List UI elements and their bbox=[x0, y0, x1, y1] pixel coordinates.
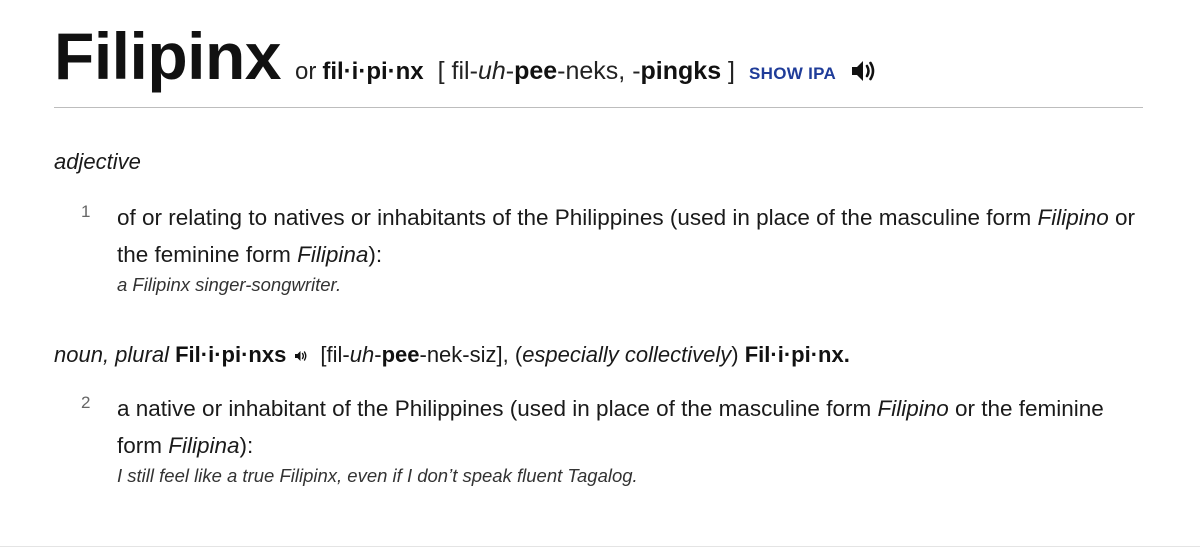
def-text: ): bbox=[368, 242, 383, 267]
def-term: Filipina bbox=[297, 242, 369, 267]
def-term: Filipino bbox=[877, 396, 949, 421]
def-text: of or relating to natives or inhabitants… bbox=[117, 205, 1038, 230]
alt-spelling: fil·i·pi·nx bbox=[322, 58, 424, 85]
sense-definition: of or relating to natives or inhabitants… bbox=[117, 199, 1147, 273]
sense-number: 2 bbox=[81, 393, 91, 412]
plural-pron-stress: pee bbox=[381, 342, 420, 367]
usage-example: I still feel like a true Filipinx, even … bbox=[117, 465, 638, 486]
pron-rest: -neks, - bbox=[557, 57, 641, 85]
pron-italic: uh bbox=[477, 57, 506, 85]
speaker-icon[interactable] bbox=[294, 342, 308, 361]
header-divider bbox=[54, 107, 1143, 108]
part-of-speech-adjective: adjective bbox=[54, 149, 141, 174]
footer-divider bbox=[0, 546, 1200, 547]
collective-form: Fil·i·pi·nx. bbox=[744, 342, 850, 367]
dictionary-entry: Filipinx or fil·i·pi·nx [ fil-uh-pee-nek… bbox=[0, 0, 1200, 549]
pron-stress: pee bbox=[514, 57, 558, 85]
headword: Filipinx bbox=[54, 19, 282, 93]
show-ipa-link[interactable]: SHOW IPA bbox=[749, 64, 836, 84]
plural-pron-sep: - bbox=[374, 342, 382, 367]
collective-close: ) bbox=[731, 342, 745, 367]
headword-row: Filipinx or fil·i·pi·nx [ fil-uh-pee-nek… bbox=[54, 18, 878, 94]
plural-pron-rest: -nek-siz], ( bbox=[419, 342, 523, 367]
pron-sep: - bbox=[505, 57, 515, 85]
pron-open: [ fil- bbox=[437, 57, 478, 85]
pronunciation: [ fil-uh-pee-neks, -pingks ] bbox=[438, 57, 735, 86]
pron-close: ] bbox=[721, 57, 736, 85]
plural-pron-open: [fil- bbox=[314, 342, 350, 367]
sense-definition: a native or inhabitant of the Philippine… bbox=[117, 390, 1147, 464]
pos-label: noun, plural bbox=[54, 342, 176, 367]
speaker-icon[interactable] bbox=[850, 59, 878, 83]
usage-example: a Filipinx singer-songwriter. bbox=[117, 274, 342, 295]
sense-number: 1 bbox=[81, 202, 91, 221]
def-term: Filipino bbox=[1037, 205, 1109, 230]
def-text: a native or inhabitant of the Philippine… bbox=[117, 396, 878, 421]
plural-form: Fil·i·pi·nxs bbox=[175, 342, 287, 367]
def-text: ): bbox=[239, 433, 254, 458]
plural-pron-italic: uh bbox=[349, 342, 375, 367]
pron-stress-alt: pingks bbox=[640, 57, 722, 85]
part-of-speech-noun: noun, plural Fil·i·pi·nxs [fil-uh-pee-ne… bbox=[54, 342, 850, 368]
def-term: Filipina bbox=[168, 433, 240, 458]
alt-spelling-connector: or bbox=[295, 58, 317, 85]
collective-note: especially collectively bbox=[522, 342, 732, 367]
